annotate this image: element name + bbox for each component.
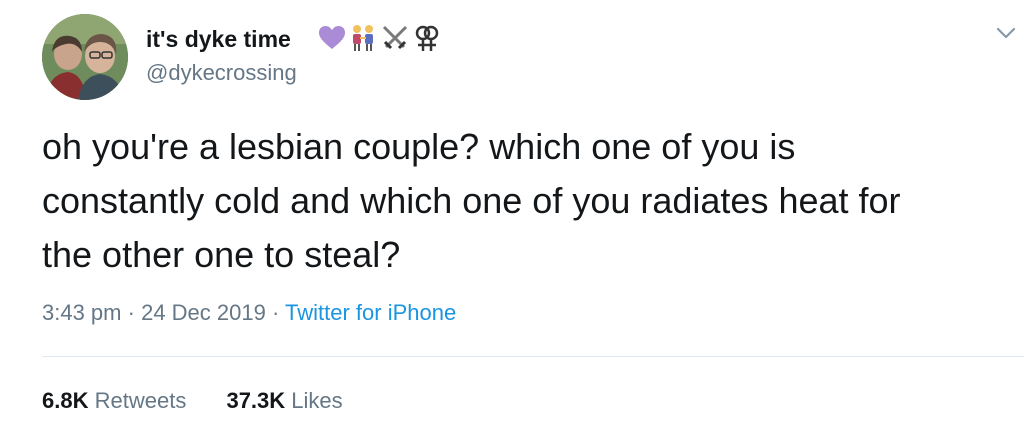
tweet-text-line: the other one to steal? bbox=[42, 234, 401, 275]
likes-count: 37.3K bbox=[226, 388, 286, 413]
purple-heart-icon bbox=[318, 25, 346, 51]
meta-separator: · bbox=[127, 300, 135, 325]
lesbian-symbol-icon bbox=[412, 23, 442, 53]
likes-label: Likes bbox=[291, 388, 343, 413]
retweets-label: Retweets bbox=[94, 388, 187, 413]
tweet-text-line: constantly cold and which one of you rad… bbox=[42, 180, 901, 221]
tweet-text: oh you're a lesbian couple? which one of… bbox=[42, 120, 1002, 282]
crossed-swords-icon bbox=[380, 23, 410, 53]
avatar[interactable] bbox=[42, 14, 128, 100]
handle[interactable]: @dykecrossing bbox=[146, 60, 297, 86]
chevron-down-icon[interactable] bbox=[996, 26, 1016, 40]
tweet-date[interactable]: 24 Dec 2019 bbox=[141, 300, 266, 325]
meta-separator: · bbox=[271, 300, 280, 325]
tweet-stats: 6.8K Retweets 37.3K Likes bbox=[42, 388, 343, 414]
women-holding-hands-icon bbox=[348, 23, 378, 53]
tweet-source-link[interactable]: Twitter for iPhone bbox=[285, 300, 456, 325]
tweet-time[interactable]: 3:43 pm bbox=[42, 300, 122, 325]
name-emojis bbox=[318, 22, 442, 54]
tweet-meta: 3:43 pm · 24 Dec 2019 · Twitter for iPho… bbox=[42, 300, 456, 326]
divider bbox=[42, 356, 1024, 357]
tweet-card: it's dyke time @dykecrossing oh you're a… bbox=[0, 0, 1024, 430]
display-name[interactable]: it's dyke time bbox=[146, 26, 291, 53]
tweet-text-line: oh you're a lesbian couple? which one of… bbox=[42, 126, 796, 167]
retweets-stat[interactable]: 6.8K Retweets bbox=[42, 388, 186, 414]
likes-stat[interactable]: 37.3K Likes bbox=[226, 388, 342, 414]
avatar-photo bbox=[42, 14, 128, 100]
retweets-count: 6.8K bbox=[42, 388, 89, 413]
